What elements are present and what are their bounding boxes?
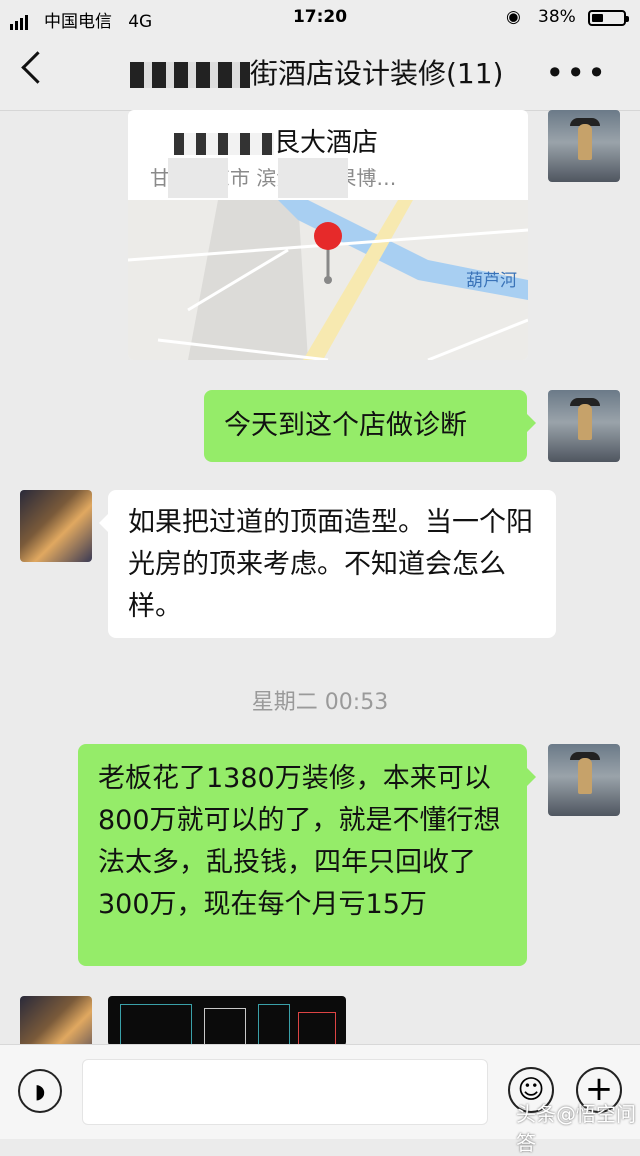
avatar[interactable]: [20, 490, 92, 562]
message-bubble-received[interactable]: 如果把过道的顶面造型。当一个阳光房的顶来考虑。不知道会怎么样。: [99, 490, 556, 638]
battery-icon: [588, 10, 629, 26]
status-bar: 中国电信 4G 17:20 ◉ 38%: [0, 0, 640, 34]
battery-percent: 38%: [538, 7, 576, 27]
timestamp: 星期二 00:53: [251, 690, 389, 715]
chevron-left-icon[interactable]: [21, 51, 54, 84]
location-message[interactable]: 艮大酒店 甘肃平凉市 滨河路金果博… 葫芦河: [128, 110, 528, 360]
redaction-blur: [168, 158, 228, 198]
chat-title: 街酒店设计装修(11): [130, 52, 503, 92]
rotation-lock-icon: ◉: [506, 7, 521, 27]
avatar[interactable]: [548, 110, 620, 182]
avatar[interactable]: [548, 744, 620, 816]
chat-header: 街酒店设计装修(11) •••: [0, 34, 640, 111]
message-bubble-sent[interactable]: 今天到这个店做诊断: [204, 390, 536, 462]
redaction-blur: [278, 158, 348, 198]
more-dots-icon[interactable]: •••: [545, 54, 608, 92]
message-bubble-sent[interactable]: 老板花了1380万装修，本来可以800万就可以的了，就是不懂行想法太多，乱投钱，…: [78, 744, 536, 966]
map-preview[interactable]: 葫芦河: [128, 200, 528, 360]
location-name: 艮大酒店: [174, 122, 378, 159]
map-label: 葫芦河: [466, 271, 517, 291]
message-input[interactable]: [82, 1059, 488, 1125]
voice-icon[interactable]: ◗: [18, 1069, 62, 1113]
image-message[interactable]: [108, 996, 346, 1046]
watermark: 头条@悟空问答: [516, 1102, 636, 1155]
redacted-text: [130, 62, 250, 88]
avatar[interactable]: [548, 390, 620, 462]
redacted-text: [174, 132, 274, 155]
